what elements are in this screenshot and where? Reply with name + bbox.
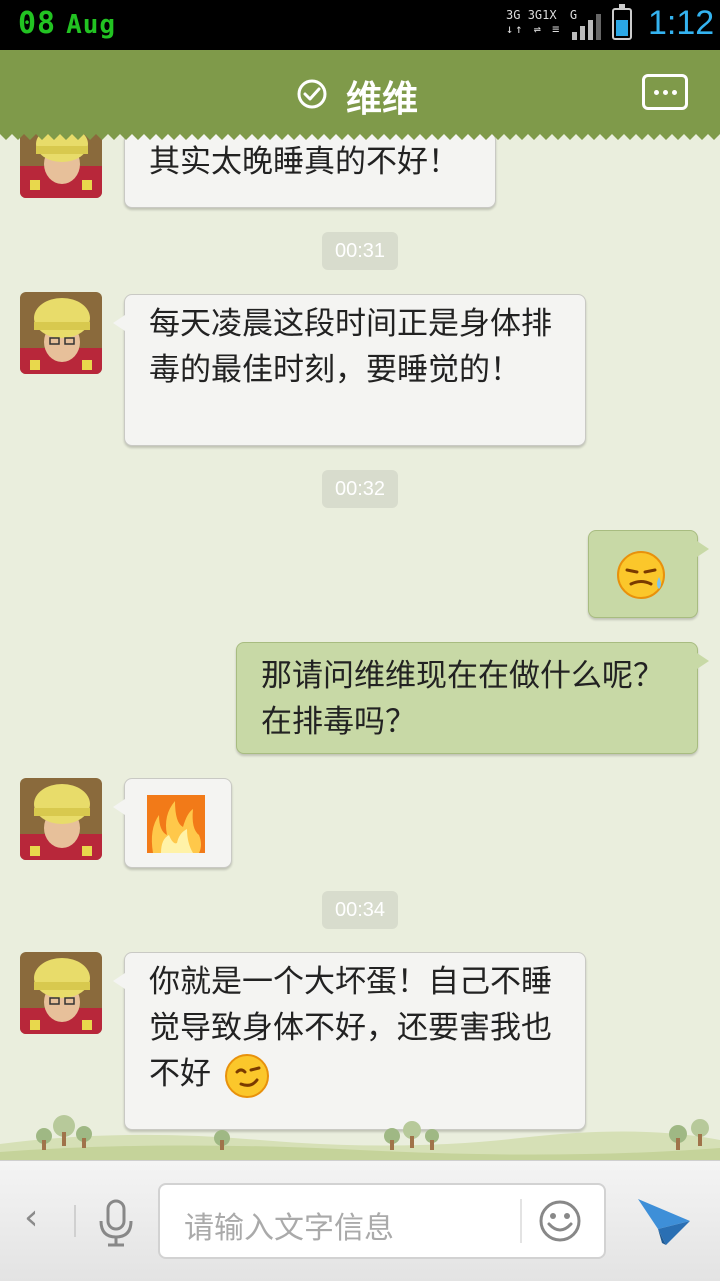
fire-emoji [147, 795, 205, 853]
avatar-image [20, 134, 102, 198]
message-input-bar: ‹ 请输入文字信息 [0, 1160, 720, 1281]
network-label-1x: 1X [542, 8, 557, 22]
network-label-3g-a: 3G [506, 8, 521, 22]
smiley-icon[interactable] [538, 1199, 582, 1243]
more-options-button[interactable] [642, 74, 688, 110]
status-date-month: Aug [66, 10, 117, 40]
avatar[interactable] [20, 134, 102, 198]
message-bubble-outgoing[interactable] [588, 530, 709, 618]
bubble-tail [113, 315, 125, 331]
message-bubble-incoming[interactable]: 每天凌晨这段时间正是身体排毒的最佳时刻，要睡觉的！ [113, 294, 586, 446]
message-input-placeholder: 请输入文字信息 [184, 1211, 394, 1246]
avatar[interactable] [20, 952, 102, 1034]
network-label-3g-b: 3G [527, 8, 543, 22]
paper-plane-icon[interactable] [636, 1195, 692, 1247]
chevron-left-icon: ‹ [24, 1197, 39, 1238]
message-bubble-outgoing[interactable]: 那请问维维现在在做什么呢？在排毒吗？ [236, 642, 709, 754]
bubble-tail [697, 541, 709, 557]
chat-header: 维维 [0, 50, 720, 140]
message-text: 其实太晚睡真的不好！ [149, 144, 459, 180]
more-dots-icon [654, 90, 659, 95]
more-dot [663, 90, 668, 95]
message-bubble-incoming[interactable]: 其实太晚睡真的不好！ [124, 134, 496, 208]
contact-name: 维维 [346, 79, 419, 120]
message-text: 你就是一个大坏蛋！自己不睡觉导致身体不好，还要害我也不好 [149, 959, 561, 1100]
header-zigzag-edge [0, 132, 720, 140]
status-bar: 08 Aug 3G 3G1X G ↓↑ ⇌ ≡ 1:12 [0, 0, 720, 50]
message-text: 那请问维维现在在做什么呢？在排毒吗？ [261, 658, 664, 740]
bubble-tail [113, 973, 125, 989]
avatar[interactable] [20, 778, 102, 860]
avatar-image [20, 952, 102, 1034]
background-hills-decoration [0, 1115, 720, 1160]
divider [520, 1199, 522, 1243]
microphone-icon[interactable] [96, 1199, 136, 1247]
timestamp: 00:34 [322, 891, 398, 929]
status-date-day: 08 [18, 6, 57, 41]
status-time: 1:12 [648, 4, 715, 42]
bubble-tail [113, 799, 125, 815]
message-text: 每天凌晨这段时间正是身体排毒的最佳时刻，要睡觉的！ [149, 306, 552, 388]
signal-icon [572, 14, 601, 40]
avatar-image [20, 292, 102, 374]
status-date: 08 Aug [18, 6, 116, 41]
timestamp: 00:32 [322, 470, 398, 508]
smirk-face-emoji [224, 1053, 269, 1098]
more-dot [672, 90, 677, 95]
message-input[interactable]: 请输入文字信息 [158, 1183, 606, 1259]
network-indicators: 3G 3G1X G ↓↑ ⇌ ≡ [506, 8, 578, 36]
check-circle-icon [297, 79, 327, 109]
sweat-face-emoji [617, 551, 665, 599]
message-bubble-incoming[interactable] [113, 778, 232, 868]
timestamp: 00:31 [322, 232, 398, 270]
battery-icon [612, 4, 632, 40]
message-text-content: 你就是一个大坏蛋！自己不睡觉导致身体不好，还要害我也不好 [149, 964, 552, 1092]
avatar-image [20, 778, 102, 860]
collapse-button[interactable]: ‹ [24, 1197, 38, 1238]
avatar[interactable] [20, 292, 102, 374]
divider [74, 1205, 76, 1237]
bubble-tail [697, 653, 709, 669]
chat-message-list[interactable]: 其实太晚睡真的不好！ 00:31 每天凌晨这段时间正是身体排毒的最佳时刻，要睡觉… [0, 134, 720, 1160]
battery-level [616, 20, 628, 36]
